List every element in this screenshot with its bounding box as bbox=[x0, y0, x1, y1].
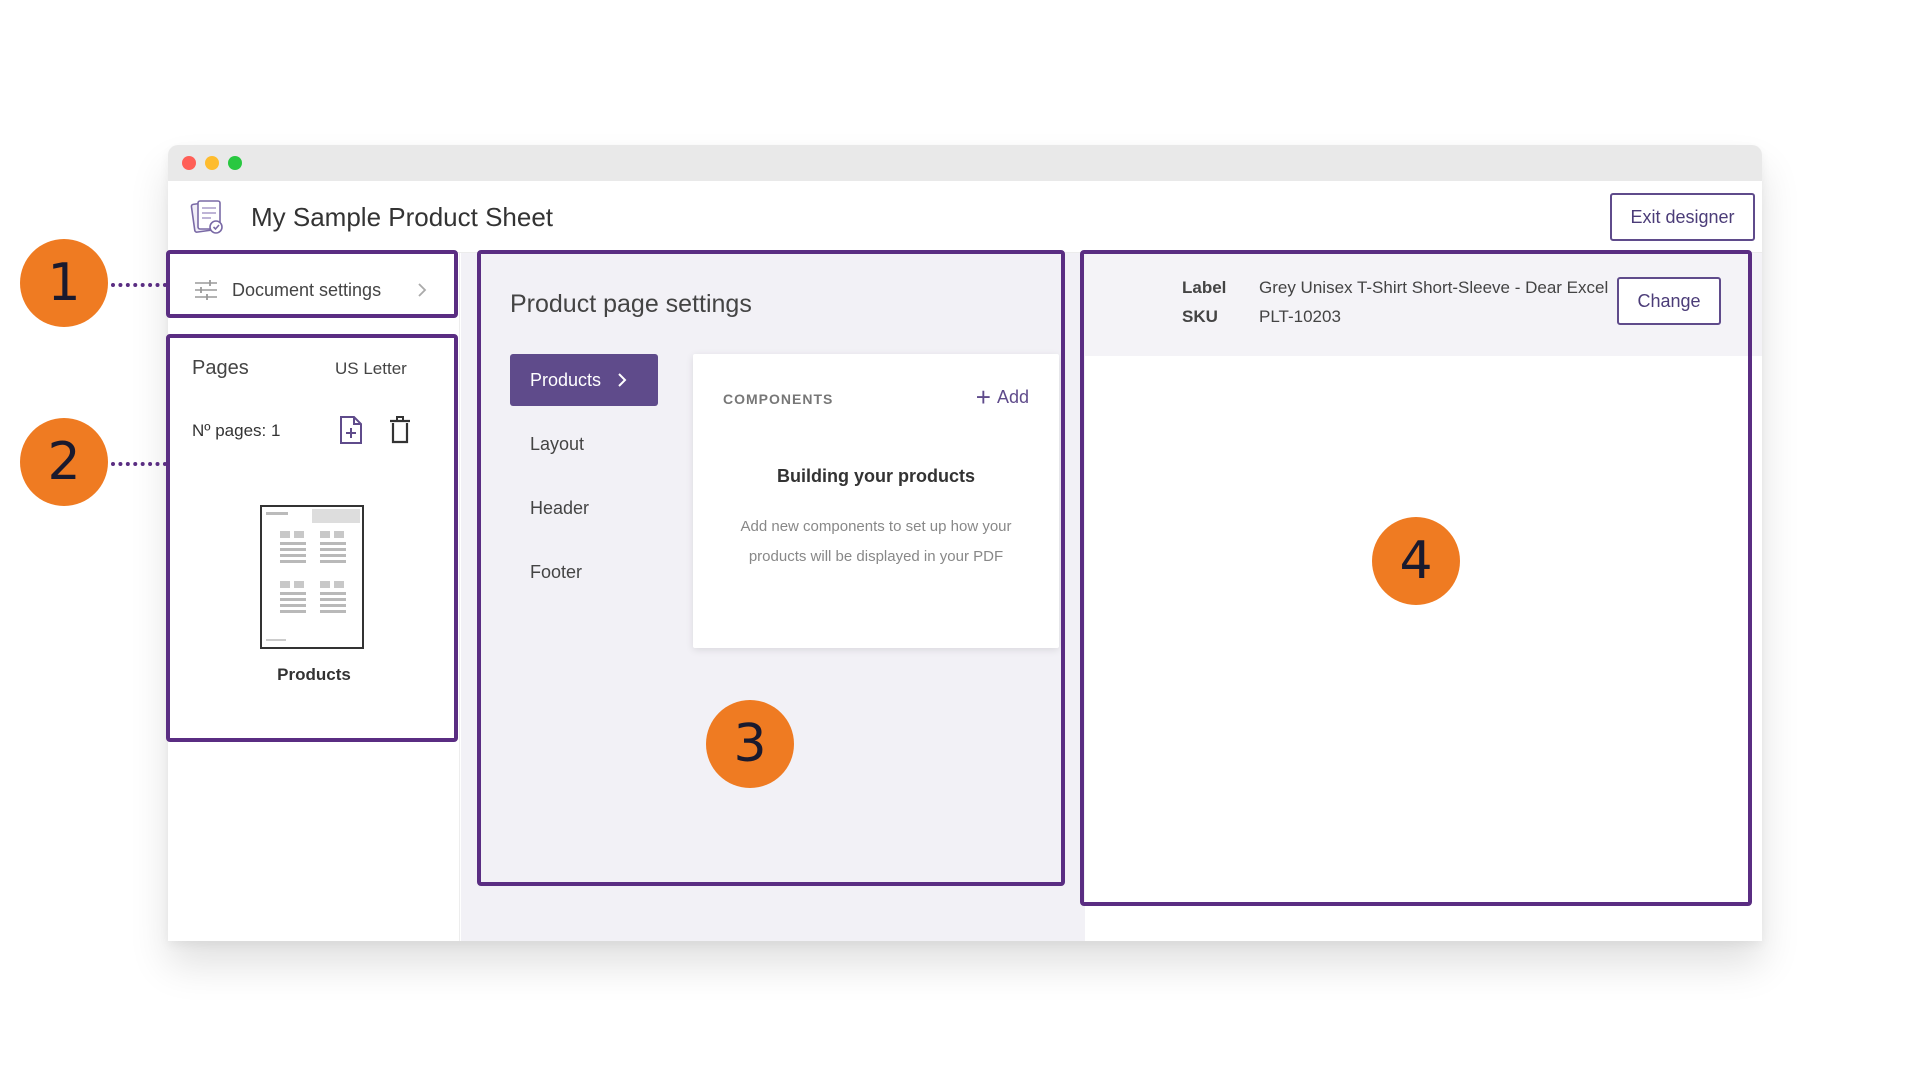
annotation-badge-4: 4 bbox=[1372, 517, 1460, 605]
product-sheet-logo-icon bbox=[190, 200, 223, 234]
app-window: My Sample Product Sheet Exit designer Do… bbox=[168, 145, 1762, 941]
document-settings-label: Document settings bbox=[232, 279, 382, 300]
add-page-icon[interactable] bbox=[338, 415, 364, 445]
maximize-window-button[interactable] bbox=[228, 156, 242, 170]
chevron-right-icon bbox=[618, 373, 627, 387]
empty-state-description: Add new components to set up how your pr… bbox=[740, 518, 1012, 565]
page-thumbnail[interactable] bbox=[260, 505, 364, 649]
page-thumbnail-label: Products bbox=[277, 665, 351, 684]
preview-product-bar: Label Grey Unisex T-Shirt Short-Sleeve -… bbox=[1085, 253, 1762, 356]
sku-value: PLT-10203 bbox=[1259, 307, 1341, 326]
add-label: Add bbox=[996, 386, 1029, 407]
label-key: Label bbox=[1182, 278, 1227, 297]
menu-item-layout[interactable]: Layout bbox=[510, 418, 658, 470]
plus-icon: + bbox=[975, 382, 991, 412]
product-page-settings-panel: Product page settings Products Layout He… bbox=[461, 253, 1085, 941]
annotation-connector bbox=[111, 462, 167, 466]
menu-item-label: Products bbox=[530, 369, 602, 390]
menu-item-products[interactable]: Products bbox=[510, 354, 658, 406]
preview-canvas bbox=[1085, 356, 1762, 941]
annotation-badge-3: 3 bbox=[706, 700, 794, 788]
settings-title: Product page settings bbox=[510, 290, 752, 318]
annotation-connector bbox=[111, 283, 167, 287]
change-product-button[interactable]: Change bbox=[1617, 277, 1721, 325]
components-card: COMPONENTS + Add Building your products … bbox=[693, 354, 1059, 648]
page-size[interactable]: US Letter bbox=[335, 359, 407, 379]
menu-item-footer[interactable]: Footer bbox=[510, 546, 658, 598]
empty-state-title: Building your products bbox=[777, 466, 975, 486]
left-sidebar: Document settings Pages US Letter Nº pag… bbox=[168, 253, 460, 941]
chevron-right-icon bbox=[418, 283, 427, 297]
window-titlebar bbox=[168, 145, 1762, 181]
components-header: COMPONENTS bbox=[723, 391, 834, 407]
page-preview-icon bbox=[266, 509, 360, 641]
pages-panel: Pages US Letter Nº pages: 1 Products bbox=[168, 339, 460, 739]
pages-title: Pages bbox=[192, 357, 249, 379]
close-window-button[interactable] bbox=[182, 156, 196, 170]
annotation-badge-2: 2 bbox=[20, 418, 108, 506]
menu-item-label: Header bbox=[530, 497, 590, 518]
document-title: My Sample Product Sheet bbox=[251, 202, 554, 232]
document-settings-item[interactable]: Document settings bbox=[168, 257, 460, 323]
annotation-badge-1: 1 bbox=[20, 239, 108, 327]
sliders-icon bbox=[195, 280, 217, 300]
minimize-window-button[interactable] bbox=[205, 156, 219, 170]
menu-item-header[interactable]: Header bbox=[510, 482, 658, 534]
add-component-button[interactable]: + Add bbox=[976, 384, 1029, 410]
menu-item-label: Layout bbox=[530, 433, 585, 454]
page-count: Nº pages: 1 bbox=[192, 421, 281, 440]
label-value: Grey Unisex T-Shirt Short-Sleeve - Dear … bbox=[1259, 278, 1609, 297]
sku-key: SKU bbox=[1182, 307, 1218, 326]
exit-designer-button[interactable]: Exit designer bbox=[1610, 193, 1755, 241]
trash-icon[interactable] bbox=[389, 416, 411, 444]
app-header: My Sample Product Sheet Exit designer bbox=[168, 181, 1762, 253]
menu-item-label: Footer bbox=[530, 561, 583, 582]
